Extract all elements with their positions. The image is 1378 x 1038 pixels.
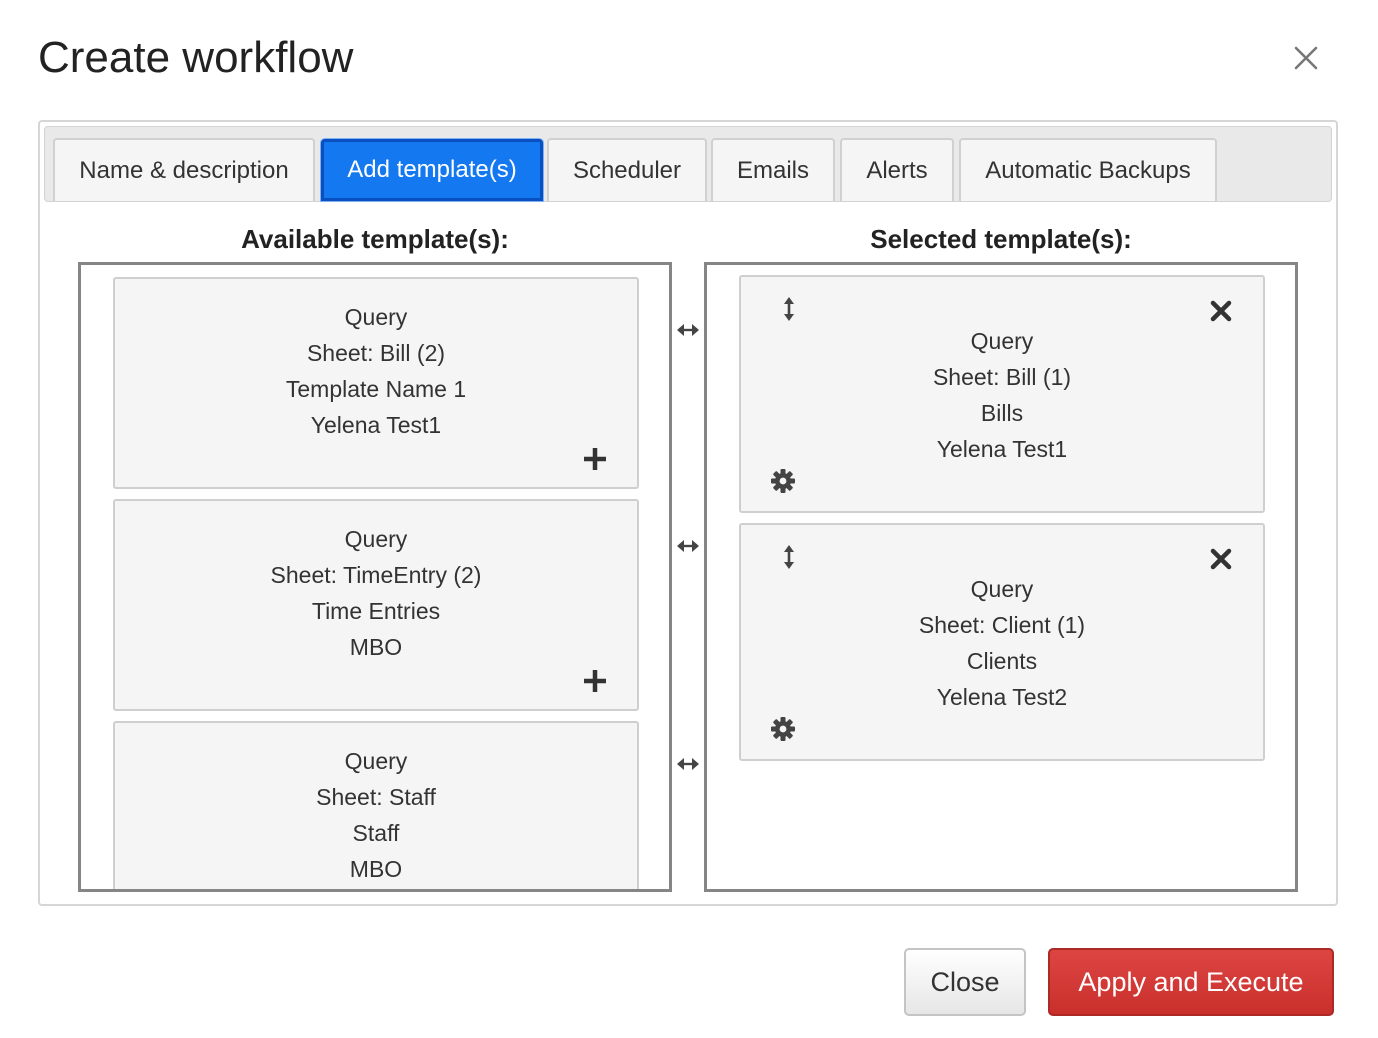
template-sheet: Sheet: Client (1) — [918, 612, 1086, 638]
horizontal-arrows-icon — [676, 538, 700, 554]
template-owner: Yelena Test1 — [936, 436, 1068, 462]
close-icon[interactable] — [1290, 42, 1322, 74]
create-workflow-dialog: Create workflow Name & description Add t… — [0, 0, 1378, 1038]
available-template-card[interactable]: Query Sheet: Bill (2) Template Name 1 Ye… — [113, 277, 639, 489]
selected-templates-list[interactable]: Query Sheet: Bill (1) Bills Yelena Test1 — [704, 262, 1298, 892]
template-sheet: Sheet: Bill (2) — [306, 340, 446, 366]
tab-name-description[interactable]: Name & description — [53, 138, 315, 201]
template-sheet: Sheet: TimeEntry (2) — [270, 562, 482, 588]
selected-templates-title: Selected template(s): — [870, 224, 1132, 254]
template-name: Staff — [352, 820, 400, 846]
template-type: Query — [344, 526, 408, 552]
tab-automatic-backups[interactable]: Automatic Backups — [959, 138, 1217, 201]
template-name: Time Entries — [311, 598, 441, 624]
tab-emails[interactable]: Emails — [711, 138, 835, 201]
tab-scheduler[interactable]: Scheduler — [547, 138, 707, 201]
close-button[interactable]: Close — [904, 948, 1026, 1016]
plus-icon[interactable] — [581, 445, 609, 473]
tab-bar: Name & description Add template(s) Sched… — [44, 126, 1332, 202]
template-sheet: Sheet: Bill (1) — [932, 364, 1072, 390]
selected-template-card[interactable]: Query Sheet: Client (1) Clients Yelena T… — [739, 523, 1265, 761]
available-templates-list[interactable]: Query Sheet: Bill (2) Template Name 1 Ye… — [78, 262, 672, 892]
template-sheet: Sheet: Staff — [316, 784, 436, 810]
available-template-card[interactable]: Query Sheet: TimeEntry (2) Time Entries … — [113, 499, 639, 711]
template-owner: Yelena Test1 — [310, 412, 442, 438]
x-icon[interactable] — [1207, 545, 1235, 573]
available-template-card[interactable]: Query Sheet: Staff Staff MBO — [113, 721, 639, 889]
template-owner: Yelena Test2 — [936, 684, 1068, 710]
template-name: Bills — [980, 400, 1024, 426]
template-type: Query — [344, 748, 408, 774]
template-owner: MBO — [349, 856, 403, 882]
gear-icon[interactable] — [769, 467, 797, 495]
vertical-arrows-icon[interactable] — [775, 543, 803, 571]
horizontal-arrows-icon — [676, 322, 700, 338]
template-type: Query — [970, 328, 1034, 354]
x-icon[interactable] — [1207, 297, 1235, 325]
template-name: Clients — [966, 648, 1038, 674]
template-name: Template Name 1 — [285, 376, 467, 402]
template-type: Query — [344, 304, 408, 330]
dialog-title: Create workflow — [38, 33, 354, 82]
tab-add-templates[interactable]: Add template(s) — [321, 139, 543, 201]
selected-template-card[interactable]: Query Sheet: Bill (1) Bills Yelena Test1 — [739, 275, 1265, 513]
tab-alerts[interactable]: Alerts — [840, 138, 954, 201]
vertical-arrows-icon[interactable] — [775, 295, 803, 323]
template-owner: MBO — [349, 634, 403, 660]
plus-icon[interactable] — [581, 667, 609, 695]
gear-icon[interactable] — [769, 715, 797, 743]
horizontal-arrows-icon — [676, 756, 700, 772]
apply-and-execute-button[interactable]: Apply and Execute — [1048, 948, 1334, 1016]
template-type: Query — [970, 576, 1034, 602]
available-templates-title: Available template(s): — [241, 224, 509, 254]
